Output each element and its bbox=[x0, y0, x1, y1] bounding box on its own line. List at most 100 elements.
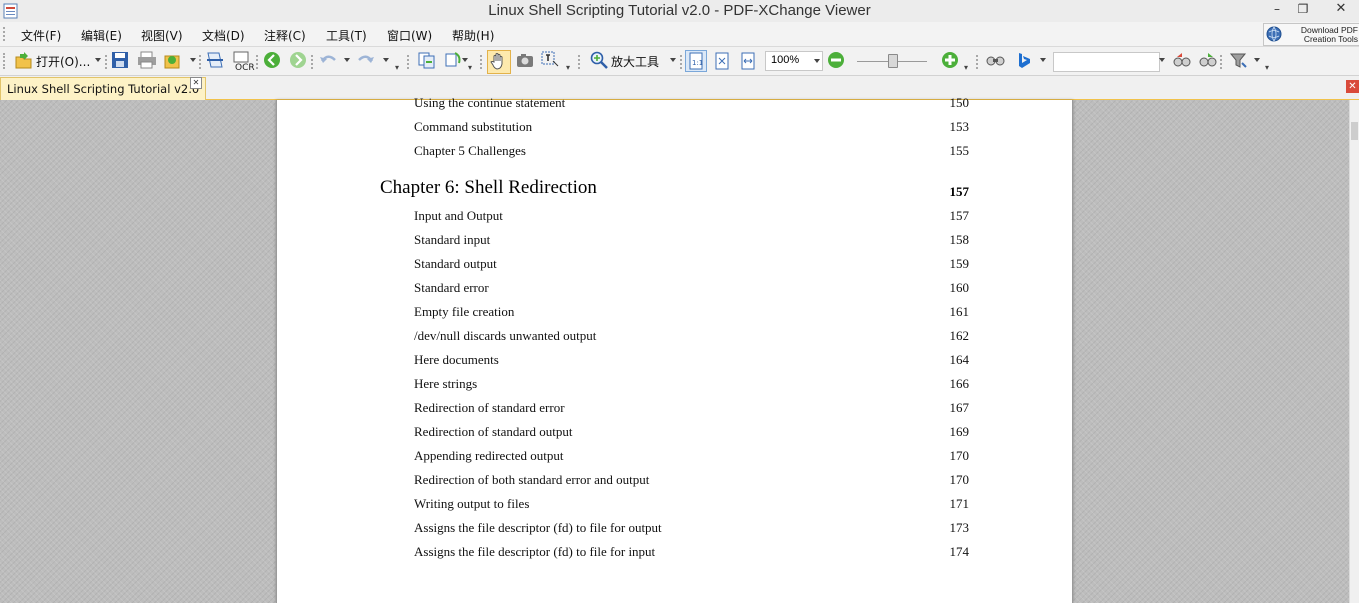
redo-dropdown-arrow[interactable] bbox=[383, 58, 389, 62]
find-next-icon[interactable] bbox=[1198, 51, 1218, 71]
toc-entry-title: Appending redirected output bbox=[414, 448, 564, 463]
toc-entry-title: Standard output bbox=[414, 256, 497, 271]
ocr-icon[interactable]: OCR bbox=[233, 51, 255, 71]
toc-entry-page: 173 bbox=[949, 520, 970, 535]
toc-entry-title: Standard input bbox=[414, 232, 491, 247]
redo-icon[interactable] bbox=[356, 51, 376, 71]
copy-pages-icon[interactable] bbox=[417, 51, 437, 71]
toolbar-overflow-icon-3[interactable]: ▾ bbox=[566, 63, 570, 72]
open-button[interactable]: 打开(O)... bbox=[36, 53, 90, 70]
menu-window[interactable]: 窗口(W) bbox=[387, 27, 432, 44]
open-dropdown-arrow[interactable] bbox=[95, 58, 101, 62]
toc-entry-page: 166 bbox=[949, 376, 970, 391]
toolbar-overflow-icon-4[interactable]: ▾ bbox=[964, 63, 968, 72]
find-previous-icon[interactable] bbox=[1172, 51, 1192, 71]
zoom-level-select[interactable]: 100% bbox=[765, 51, 823, 71]
tab-close-icon[interactable]: ✕ bbox=[190, 77, 202, 89]
toc-entry-page: 167 bbox=[949, 400, 970, 415]
toolbar-separator bbox=[256, 55, 261, 69]
back-arrow-icon[interactable] bbox=[263, 51, 281, 71]
document-tab-strip: Linux Shell Scripting Tutorial v2.0 bbox=[0, 76, 1359, 101]
svg-text:1:1: 1:1 bbox=[692, 59, 703, 67]
hand-tool-button[interactable] bbox=[487, 50, 511, 74]
zoom-in-icon[interactable] bbox=[941, 51, 959, 71]
toc-entry-title: Assigns the file descriptor (fd) to file… bbox=[414, 520, 662, 535]
undo-icon[interactable] bbox=[318, 51, 338, 71]
select-text-icon[interactable] bbox=[541, 51, 561, 71]
zoom-level-value: 100% bbox=[771, 54, 800, 66]
chapter-page-number: 157 bbox=[949, 184, 970, 199]
export-dropdown-arrow[interactable] bbox=[190, 58, 196, 62]
vertical-scrollbar-thumb[interactable] bbox=[1351, 122, 1358, 140]
zoom-slider-handle[interactable] bbox=[888, 54, 898, 68]
menubar-grip[interactable] bbox=[3, 27, 8, 41]
ocr-text: OCR bbox=[235, 63, 255, 71]
menu-view[interactable]: 视图(V) bbox=[141, 27, 183, 44]
globe-icon bbox=[1266, 26, 1282, 42]
rotate-pages-icon[interactable] bbox=[443, 51, 463, 71]
search-dropdown-arrow[interactable] bbox=[1159, 58, 1165, 62]
toc-entry-page: 160 bbox=[949, 280, 970, 295]
hand-icon bbox=[490, 53, 503, 70]
toc-entry-title: Assigns the file descriptor (fd) to file… bbox=[414, 544, 656, 559]
close-document-icon[interactable]: ✕ bbox=[1346, 80, 1359, 93]
open-icon[interactable] bbox=[14, 51, 34, 71]
zoom-out-icon[interactable] bbox=[827, 51, 845, 71]
sign-tool-dropdown-arrow[interactable] bbox=[1254, 58, 1260, 62]
toc-entry-page: 159 bbox=[949, 256, 970, 271]
maximize-button[interactable]: ❐ bbox=[1290, 0, 1316, 20]
menu-tools[interactable]: 工具(T) bbox=[326, 27, 367, 44]
toc-entry-title: Here documents bbox=[414, 352, 499, 367]
snapshot-icon[interactable] bbox=[515, 51, 535, 71]
menu-edit[interactable]: 编辑(E) bbox=[81, 27, 122, 44]
zoom-tool-button[interactable]: 放大工具 bbox=[611, 53, 659, 70]
toc-entry-page: 170 bbox=[949, 472, 970, 487]
export-icon[interactable] bbox=[163, 51, 183, 71]
menu-comments[interactable]: 注释(C) bbox=[264, 27, 306, 44]
search-provider-dropdown-arrow[interactable] bbox=[1040, 58, 1046, 62]
rotate-dropdown-arrow[interactable] bbox=[462, 58, 468, 62]
toolbar-separator bbox=[105, 55, 110, 69]
undo-dropdown-arrow[interactable] bbox=[344, 58, 350, 62]
toc-entry-page: 171 bbox=[949, 496, 970, 511]
toolbar-separator bbox=[199, 55, 204, 69]
zoom-level-dropdown-arrow[interactable] bbox=[814, 59, 820, 63]
minimize-button[interactable]: – bbox=[1264, 0, 1290, 20]
fit-width-icon[interactable] bbox=[738, 51, 758, 71]
toc-entry-page: 153 bbox=[949, 119, 970, 134]
menu-document[interactable]: 文档(D) bbox=[202, 27, 245, 44]
menu-file[interactable]: 文件(F) bbox=[21, 27, 61, 44]
download-pdf-tools-button[interactable]: Download PDF Creation Tools bbox=[1263, 23, 1359, 46]
toc-entry-page: 150 bbox=[949, 95, 970, 110]
download-tools-label: Download PDF Creation Tools bbox=[1286, 26, 1359, 44]
toc-entry-title: Chapter 5 Challenges bbox=[414, 143, 526, 158]
toc-entry-page: 164 bbox=[949, 352, 970, 367]
actual-size-button[interactable]: 1:1 bbox=[685, 50, 707, 72]
search-input[interactable] bbox=[1053, 52, 1160, 72]
fit-page-icon[interactable] bbox=[712, 51, 732, 71]
toc-entry-page: 158 bbox=[949, 232, 970, 247]
toolbar-overflow-icon-2[interactable]: ▾ bbox=[468, 63, 472, 72]
title-bar: Linux Shell Scripting Tutorial v2.0 - PD… bbox=[0, 0, 1359, 23]
menu-help[interactable]: 帮助(H) bbox=[452, 27, 494, 44]
zoom-tool-dropdown-arrow[interactable] bbox=[670, 58, 676, 62]
toc-entry-title: Redirection of both standard error and o… bbox=[414, 472, 650, 487]
sign-tool-icon[interactable] bbox=[1228, 51, 1248, 71]
zoom-tool-icon[interactable] bbox=[589, 51, 609, 71]
vertical-scrollbar[interactable] bbox=[1349, 100, 1359, 603]
bing-search-icon[interactable] bbox=[1015, 51, 1035, 71]
toolbar-grip[interactable] bbox=[3, 53, 8, 69]
window-title: Linux Shell Scripting Tutorial v2.0 - PD… bbox=[488, 2, 871, 19]
forward-arrow-icon[interactable] bbox=[289, 51, 307, 71]
find-icon[interactable] bbox=[985, 51, 1007, 71]
toolbar-overflow-icon-5[interactable]: ▾ bbox=[1265, 63, 1269, 72]
save-icon[interactable] bbox=[111, 51, 129, 71]
close-button[interactable]: ✕ bbox=[1326, 0, 1356, 20]
toc-entry-title: Writing output to files bbox=[414, 496, 530, 511]
toolbar-overflow-icon[interactable]: ▾ bbox=[395, 63, 399, 72]
document-tab[interactable]: Linux Shell Scripting Tutorial v2.0 bbox=[0, 77, 206, 100]
toc-entry-title: /dev/null discards unwanted output bbox=[414, 328, 597, 343]
print-icon[interactable] bbox=[137, 51, 157, 71]
scan-icon[interactable] bbox=[205, 51, 225, 71]
toc-entry-page: 162 bbox=[949, 328, 970, 343]
